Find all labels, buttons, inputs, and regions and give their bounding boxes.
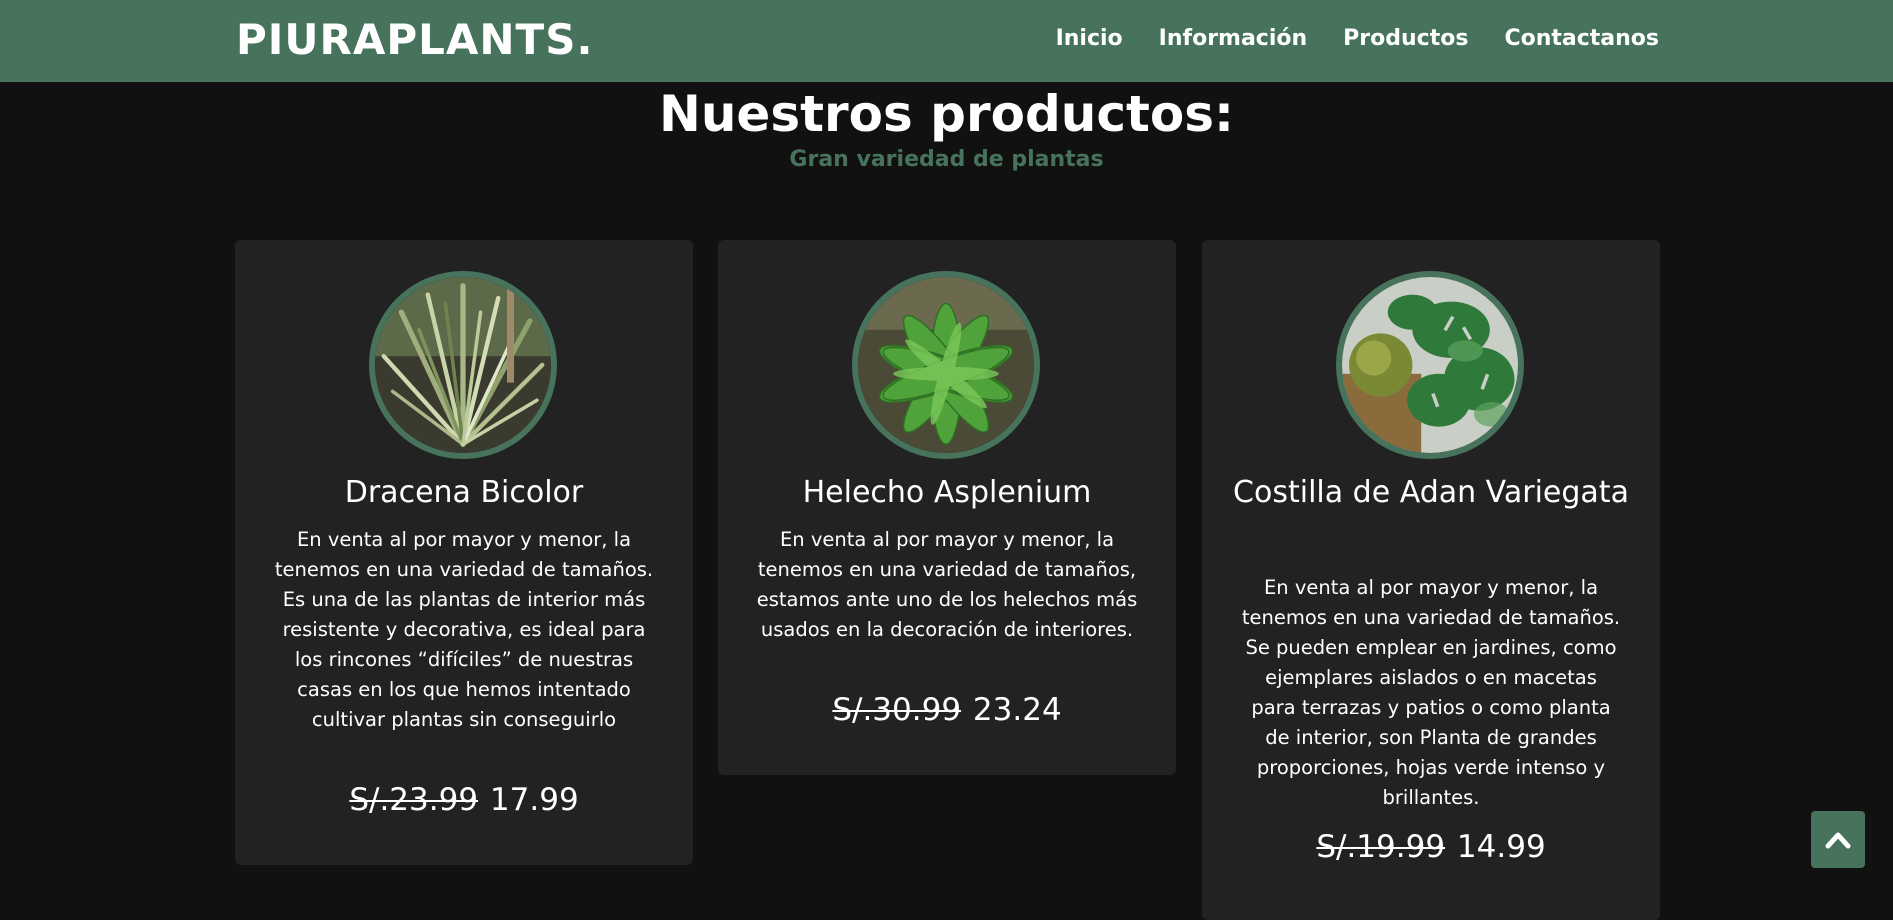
nav-link-inicio[interactable]: Inicio xyxy=(1056,24,1123,54)
old-price: S/.30.99 xyxy=(832,692,962,728)
product-card: Dracena Bicolor En venta al por mayor y … xyxy=(235,240,693,865)
old-price: S/.23.99 xyxy=(349,782,479,818)
product-name: Dracena Bicolor xyxy=(344,475,584,510)
current-price: 14.99 xyxy=(1456,829,1546,865)
product-name: Helecho Asplenium xyxy=(802,475,1092,510)
nav-menu: Inicio Información Productos Contactanos xyxy=(1056,24,1659,54)
product-price: S/.19.99 14.99 xyxy=(1202,827,1660,867)
product-image xyxy=(1336,271,1524,459)
product-image xyxy=(369,271,557,459)
scroll-top-button[interactable] xyxy=(1811,811,1865,868)
product-name: Costilla de Adan Variegata xyxy=(1233,475,1629,510)
nav-link-productos[interactable]: Productos xyxy=(1343,24,1468,54)
section-subtitle: Gran variedad de plantas xyxy=(789,147,1104,172)
brand-logo[interactable]: PIURAPLANTS. xyxy=(236,14,593,66)
section-title: Nuestros productos: xyxy=(658,85,1235,143)
product-description: En venta al por mayor y menor, la tenemo… xyxy=(274,528,654,731)
chevron-up-icon xyxy=(1825,832,1851,848)
product-image xyxy=(852,271,1040,459)
nav-link-contactanos[interactable]: Contactanos xyxy=(1504,24,1659,54)
product-price: S/.30.99 23.24 xyxy=(718,690,1176,730)
product-card: Costilla de Adan Variegata En venta al p… xyxy=(1202,240,1660,920)
navbar: PIURAPLANTS. Inicio Información Producto… xyxy=(0,0,1893,82)
nav-link-informacion[interactable]: Información xyxy=(1159,24,1308,54)
product-description: En venta al por mayor y menor, la tenemo… xyxy=(1241,576,1621,809)
product-card: Helecho Asplenium En venta al por mayor … xyxy=(718,240,1176,775)
product-price: S/.23.99 17.99 xyxy=(235,780,693,820)
old-price: S/.19.99 xyxy=(1316,829,1446,865)
current-price: 17.99 xyxy=(489,782,579,818)
product-description: En venta al por mayor y menor, la tenemo… xyxy=(756,528,1138,641)
current-price: 23.24 xyxy=(972,692,1062,728)
